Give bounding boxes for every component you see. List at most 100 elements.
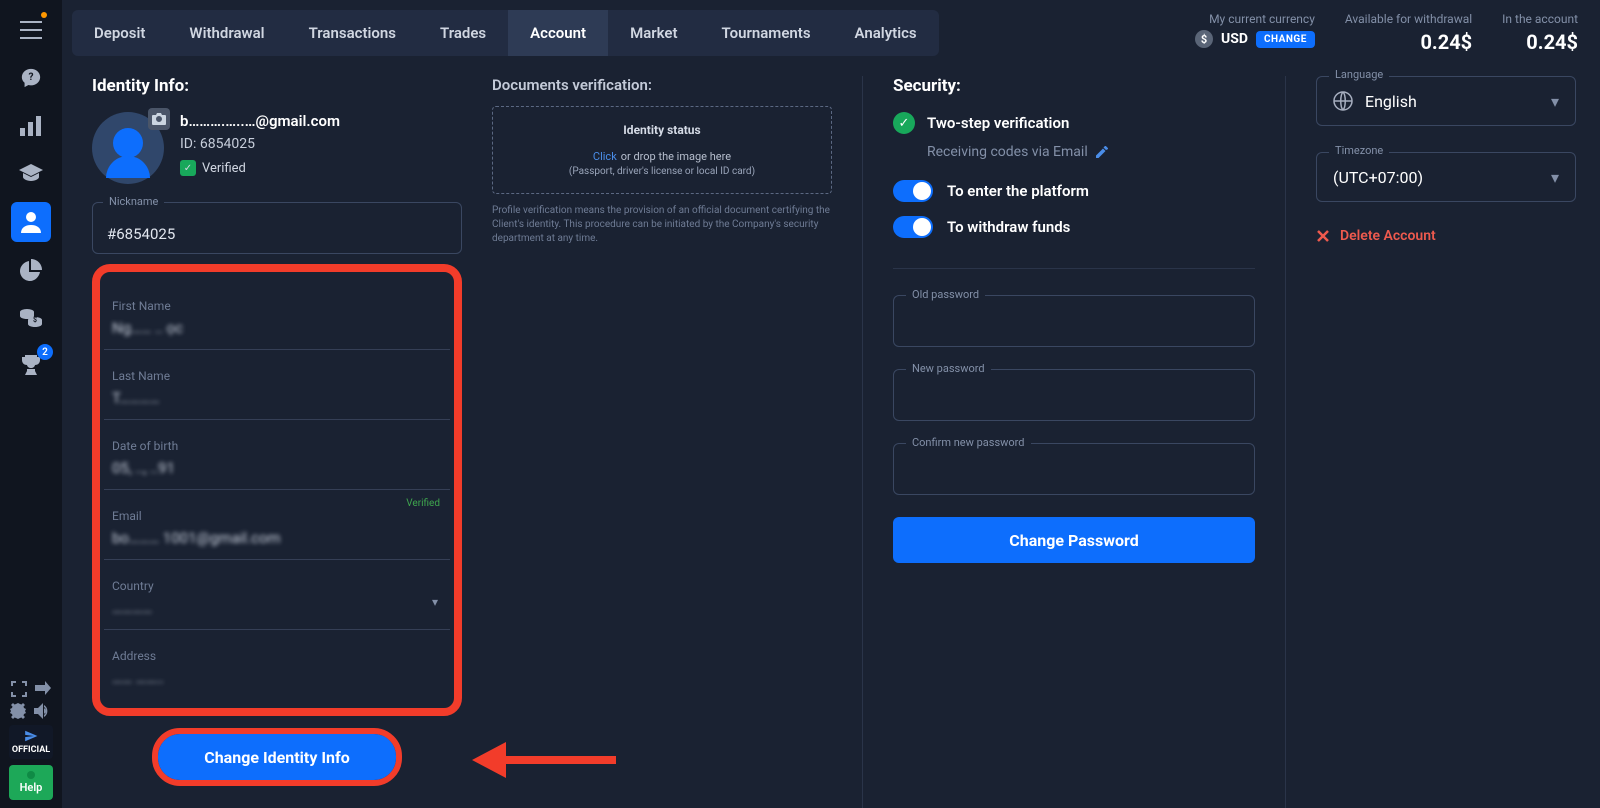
arrow-right-icon[interactable] <box>35 681 51 697</box>
account-balance-label: In the account <box>1502 12 1578 26</box>
withdraw-funds-toggle[interactable] <box>893 216 933 238</box>
last-name-field[interactable]: Last Name T………… <box>104 350 450 420</box>
address-field[interactable]: Address …… …….. <box>104 630 450 700</box>
country-field[interactable]: Country ………… ▾ <box>104 560 450 630</box>
change-currency-button[interactable]: CHANGE <box>1256 31 1315 48</box>
address-label: Address <box>112 649 442 663</box>
country-label: Country <box>112 579 442 593</box>
official-label: OFFICIAL <box>12 745 50 755</box>
chat-icon[interactable]: ? <box>11 58 51 98</box>
new-password-input[interactable] <box>894 370 1254 420</box>
email-verified-tag: Verified <box>406 498 440 509</box>
confirm-password-field[interactable]: Confirm new password <box>893 443 1255 495</box>
verified-shield-icon: ✓ <box>180 160 196 176</box>
globe-icon <box>1333 91 1353 111</box>
last-name-value: T………… <box>112 389 442 407</box>
enter-platform-toggle[interactable] <box>893 180 933 202</box>
chevron-down-icon: ▾ <box>432 595 438 609</box>
topbar: Deposit Withdrawal Transactions Trades A… <box>62 0 1600 66</box>
profile-email: b……….…..…@gmail.com <box>180 112 340 130</box>
chevron-down-icon: ▾ <box>1551 92 1559 111</box>
chevron-down-icon: ▾ <box>1551 168 1559 187</box>
currency-symbol-icon: $ <box>1195 30 1213 48</box>
withdraw-value: 0.24$ <box>1345 30 1472 54</box>
edit-icon[interactable] <box>1096 146 1108 158</box>
document-upload-drop[interactable]: Identity status Click or drop the image … <box>492 106 832 194</box>
tab-withdrawal[interactable]: Withdrawal <box>167 10 286 56</box>
timezone-label: Timezone <box>1329 144 1389 157</box>
change-password-button[interactable]: Change Password <box>893 517 1255 563</box>
old-password-field[interactable]: Old password <box>893 295 1255 347</box>
avatar[interactable] <box>92 112 164 184</box>
pie-chart-icon[interactable] <box>11 250 51 290</box>
tab-transactions[interactable]: Transactions <box>287 10 418 56</box>
timezone-value: (UTC+07:00) <box>1333 168 1423 187</box>
currency-code: USD <box>1221 31 1248 47</box>
trophy-icon[interactable]: 2 <box>11 346 51 386</box>
language-select[interactable]: Language English ▾ <box>1316 76 1576 126</box>
change-identity-highlight: Change Identity Info <box>152 728 402 786</box>
help-label: Help <box>20 781 43 794</box>
click-link[interactable]: Click <box>593 150 617 163</box>
identity-fields-highlight: First Name Ng…… .. ọc Last Name T………… Da… <box>92 264 462 716</box>
confirm-password-input[interactable] <box>894 444 1254 494</box>
language-value: English <box>1365 92 1417 111</box>
new-password-field[interactable]: New password <box>893 369 1255 421</box>
new-password-label: New password <box>906 362 991 375</box>
tab-account[interactable]: Account <box>508 10 608 56</box>
last-name-label: Last Name <box>112 369 442 383</box>
fullscreen-icon[interactable] <box>11 681 27 697</box>
drop-text: or drop the image here <box>621 150 731 163</box>
tab-market[interactable]: Market <box>608 10 699 56</box>
account-icon[interactable] <box>11 202 51 242</box>
enter-platform-label: To enter the platform <box>947 182 1089 200</box>
identity-status-title: Identity status <box>505 123 819 137</box>
documents-heading: Documents verification: <box>492 76 832 94</box>
withdraw-label: Available for withdrawal <box>1345 12 1472 26</box>
dob-label: Date of birth <box>112 439 442 453</box>
country-value: ………… <box>112 599 442 617</box>
side-nav: ? $ 2 <box>0 0 62 808</box>
twostep-sub: Receiving codes via Email <box>927 144 1088 160</box>
svg-text:?: ? <box>28 72 33 83</box>
old-password-input[interactable] <box>894 296 1254 346</box>
email-field[interactable]: Verified Email bo……… 1001@gmail.com <box>104 490 450 560</box>
tab-deposit[interactable]: Deposit <box>72 10 167 56</box>
nickname-label: Nickname <box>103 195 164 208</box>
documents-sub-text: (Passport, driver's license or local ID … <box>505 166 819 177</box>
account-balance-value: 0.24$ <box>1502 30 1578 54</box>
menu-icon[interactable] <box>11 10 51 50</box>
chart-icon[interactable] <box>11 106 51 146</box>
address-value: …… …….. <box>112 669 442 687</box>
first-name-field[interactable]: First Name Ng…… .. ọc <box>104 280 450 350</box>
change-identity-button[interactable]: Change Identity Info <box>158 734 396 780</box>
delete-account-button[interactable]: Delete Account <box>1316 228 1576 244</box>
check-circle-icon: ✓ <box>893 112 915 134</box>
education-icon[interactable] <box>11 154 51 194</box>
nickname-field[interactable]: Nickname <box>92 202 462 254</box>
language-label: Language <box>1329 68 1389 81</box>
dob-value: 05, .., ..91 <box>112 459 442 477</box>
timezone-select[interactable]: Timezone (UTC+07:00) ▾ <box>1316 152 1576 202</box>
tab-analytics[interactable]: Analytics <box>833 10 939 56</box>
volume-icon[interactable] <box>34 703 52 719</box>
nickname-input[interactable] <box>107 225 447 243</box>
coins-icon[interactable]: $ <box>11 298 51 338</box>
identity-heading: Identity Info: <box>92 76 462 96</box>
gear-icon[interactable] <box>10 703 26 719</box>
camera-icon[interactable] <box>148 108 170 130</box>
dob-field[interactable]: Date of birth 05, .., ..91 <box>104 420 450 490</box>
twostep-label: Two-step verification <box>927 114 1069 132</box>
old-password-label: Old password <box>906 288 985 301</box>
delete-account-label: Delete Account <box>1340 228 1436 244</box>
svg-text:$: $ <box>33 316 37 324</box>
email-label: Email <box>112 509 442 523</box>
help-button[interactable]: Help <box>9 765 53 800</box>
verified-label: Verified <box>202 161 246 176</box>
tab-trades[interactable]: Trades <box>418 10 508 56</box>
confirm-password-label: Confirm new password <box>906 436 1031 449</box>
tab-tournaments[interactable]: Tournaments <box>700 10 833 56</box>
email-value: bo……… 1001@gmail.com <box>112 529 442 547</box>
official-button[interactable]: OFFICIAL <box>9 725 53 759</box>
tab-bar: Deposit Withdrawal Transactions Trades A… <box>72 10 939 56</box>
